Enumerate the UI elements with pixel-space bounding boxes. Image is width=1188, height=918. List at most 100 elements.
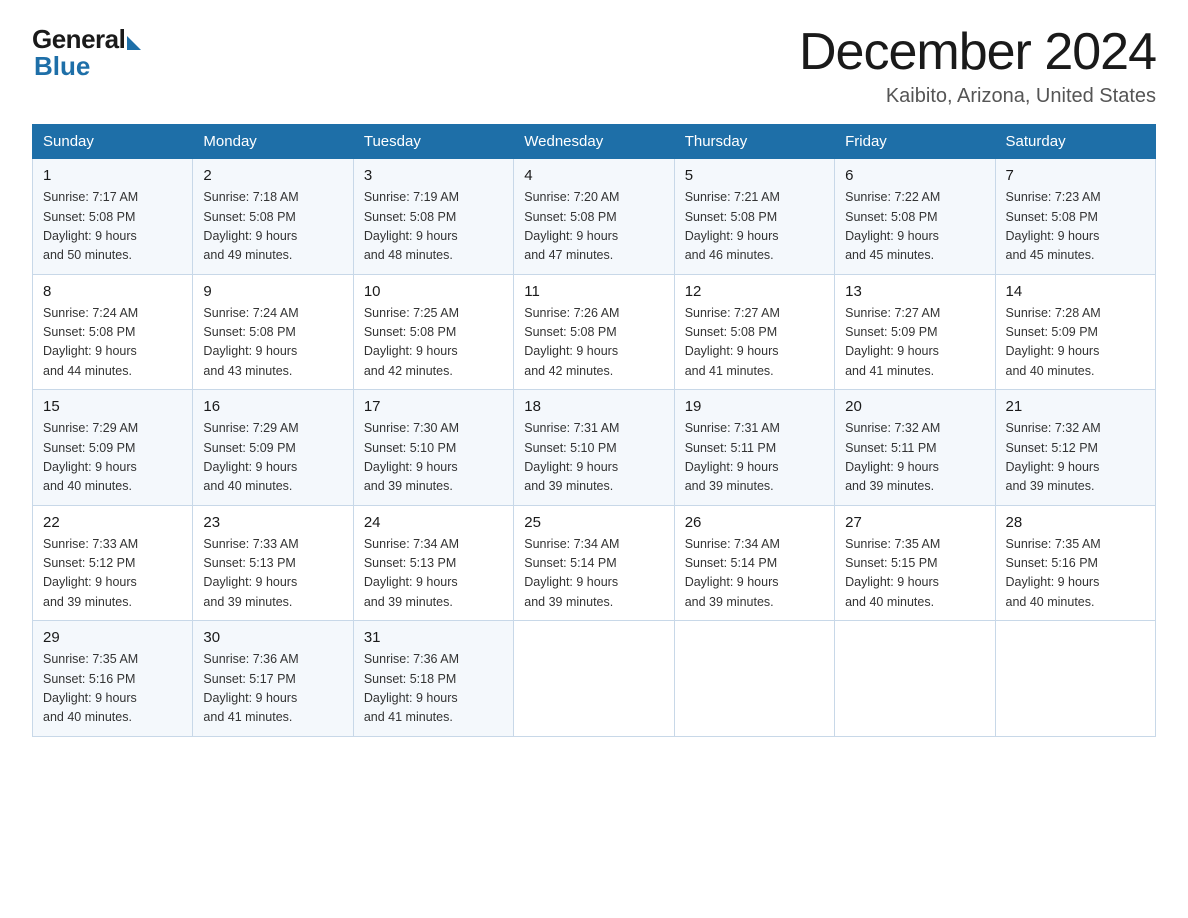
calendar-day-cell: 12 Sunrise: 7:27 AM Sunset: 5:08 PM Dayl… [674,274,834,390]
day-number: 2 [203,167,342,184]
calendar-day-cell: 23 Sunrise: 7:33 AM Sunset: 5:13 PM Dayl… [193,505,353,621]
calendar-day-cell [514,621,674,737]
calendar-day-cell: 1 Sunrise: 7:17 AM Sunset: 5:08 PM Dayli… [33,159,193,275]
calendar-day-cell: 24 Sunrise: 7:34 AM Sunset: 5:13 PM Dayl… [353,505,513,621]
day-info: Sunrise: 7:23 AM Sunset: 5:08 PM Dayligh… [1006,188,1145,266]
calendar-day-cell [674,621,834,737]
logo: General Blue [32,24,141,82]
day-info: Sunrise: 7:30 AM Sunset: 5:10 PM Dayligh… [364,419,503,497]
day-number: 11 [524,283,663,300]
calendar-day-cell: 25 Sunrise: 7:34 AM Sunset: 5:14 PM Dayl… [514,505,674,621]
day-number: 16 [203,398,342,415]
day-number: 28 [1006,514,1145,531]
calendar-day-cell: 16 Sunrise: 7:29 AM Sunset: 5:09 PM Dayl… [193,390,353,506]
day-info: Sunrise: 7:36 AM Sunset: 5:17 PM Dayligh… [203,650,342,728]
calendar-week-row: 8 Sunrise: 7:24 AM Sunset: 5:08 PM Dayli… [33,274,1156,390]
calendar-day-cell: 29 Sunrise: 7:35 AM Sunset: 5:16 PM Dayl… [33,621,193,737]
header-wednesday: Wednesday [514,125,674,159]
day-number: 8 [43,283,182,300]
calendar-day-cell: 18 Sunrise: 7:31 AM Sunset: 5:10 PM Dayl… [514,390,674,506]
calendar-header-row: Sunday Monday Tuesday Wednesday Thursday… [33,125,1156,159]
day-number: 10 [364,283,503,300]
day-info: Sunrise: 7:24 AM Sunset: 5:08 PM Dayligh… [43,304,182,382]
calendar-day-cell: 10 Sunrise: 7:25 AM Sunset: 5:08 PM Dayl… [353,274,513,390]
day-info: Sunrise: 7:36 AM Sunset: 5:18 PM Dayligh… [364,650,503,728]
calendar-day-cell: 3 Sunrise: 7:19 AM Sunset: 5:08 PM Dayli… [353,159,513,275]
day-info: Sunrise: 7:28 AM Sunset: 5:09 PM Dayligh… [1006,304,1145,382]
day-info: Sunrise: 7:33 AM Sunset: 5:13 PM Dayligh… [203,535,342,613]
day-number: 9 [203,283,342,300]
header-friday: Friday [835,125,995,159]
day-number: 21 [1006,398,1145,415]
day-number: 29 [43,629,182,646]
day-number: 22 [43,514,182,531]
header-saturday: Saturday [995,125,1155,159]
day-info: Sunrise: 7:32 AM Sunset: 5:11 PM Dayligh… [845,419,984,497]
logo-arrow-icon [127,36,141,50]
day-info: Sunrise: 7:27 AM Sunset: 5:08 PM Dayligh… [685,304,824,382]
day-info: Sunrise: 7:31 AM Sunset: 5:11 PM Dayligh… [685,419,824,497]
day-info: Sunrise: 7:29 AM Sunset: 5:09 PM Dayligh… [43,419,182,497]
day-info: Sunrise: 7:24 AM Sunset: 5:08 PM Dayligh… [203,304,342,382]
day-info: Sunrise: 7:35 AM Sunset: 5:16 PM Dayligh… [43,650,182,728]
month-title: December 2024 [799,24,1156,81]
day-info: Sunrise: 7:35 AM Sunset: 5:15 PM Dayligh… [845,535,984,613]
day-number: 19 [685,398,824,415]
calendar-day-cell: 26 Sunrise: 7:34 AM Sunset: 5:14 PM Dayl… [674,505,834,621]
day-number: 1 [43,167,182,184]
calendar-day-cell: 4 Sunrise: 7:20 AM Sunset: 5:08 PM Dayli… [514,159,674,275]
day-number: 31 [364,629,503,646]
day-number: 20 [845,398,984,415]
location-title: Kaibito, Arizona, United States [799,85,1156,108]
calendar-week-row: 29 Sunrise: 7:35 AM Sunset: 5:16 PM Dayl… [33,621,1156,737]
day-number: 3 [364,167,503,184]
calendar-day-cell: 11 Sunrise: 7:26 AM Sunset: 5:08 PM Dayl… [514,274,674,390]
calendar-day-cell: 2 Sunrise: 7:18 AM Sunset: 5:08 PM Dayli… [193,159,353,275]
calendar-week-row: 22 Sunrise: 7:33 AM Sunset: 5:12 PM Dayl… [33,505,1156,621]
day-number: 15 [43,398,182,415]
calendar-day-cell: 6 Sunrise: 7:22 AM Sunset: 5:08 PM Dayli… [835,159,995,275]
calendar-day-cell: 19 Sunrise: 7:31 AM Sunset: 5:11 PM Dayl… [674,390,834,506]
day-number: 30 [203,629,342,646]
calendar-day-cell: 13 Sunrise: 7:27 AM Sunset: 5:09 PM Dayl… [835,274,995,390]
day-info: Sunrise: 7:29 AM Sunset: 5:09 PM Dayligh… [203,419,342,497]
calendar-day-cell: 27 Sunrise: 7:35 AM Sunset: 5:15 PM Dayl… [835,505,995,621]
header-thursday: Thursday [674,125,834,159]
day-number: 26 [685,514,824,531]
day-info: Sunrise: 7:32 AM Sunset: 5:12 PM Dayligh… [1006,419,1145,497]
day-info: Sunrise: 7:34 AM Sunset: 5:14 PM Dayligh… [524,535,663,613]
day-info: Sunrise: 7:20 AM Sunset: 5:08 PM Dayligh… [524,188,663,266]
day-info: Sunrise: 7:27 AM Sunset: 5:09 PM Dayligh… [845,304,984,382]
calendar-day-cell: 22 Sunrise: 7:33 AM Sunset: 5:12 PM Dayl… [33,505,193,621]
day-number: 25 [524,514,663,531]
day-number: 17 [364,398,503,415]
calendar-day-cell: 31 Sunrise: 7:36 AM Sunset: 5:18 PM Dayl… [353,621,513,737]
day-info: Sunrise: 7:26 AM Sunset: 5:08 PM Dayligh… [524,304,663,382]
day-number: 7 [1006,167,1145,184]
title-block: December 2024 Kaibito, Arizona, United S… [799,24,1156,108]
logo-blue-text: Blue [34,51,141,82]
day-number: 5 [685,167,824,184]
calendar-day-cell: 15 Sunrise: 7:29 AM Sunset: 5:09 PM Dayl… [33,390,193,506]
calendar-day-cell: 17 Sunrise: 7:30 AM Sunset: 5:10 PM Dayl… [353,390,513,506]
day-info: Sunrise: 7:19 AM Sunset: 5:08 PM Dayligh… [364,188,503,266]
day-info: Sunrise: 7:33 AM Sunset: 5:12 PM Dayligh… [43,535,182,613]
day-info: Sunrise: 7:22 AM Sunset: 5:08 PM Dayligh… [845,188,984,266]
day-info: Sunrise: 7:18 AM Sunset: 5:08 PM Dayligh… [203,188,342,266]
day-number: 24 [364,514,503,531]
day-number: 6 [845,167,984,184]
calendar-day-cell: 21 Sunrise: 7:32 AM Sunset: 5:12 PM Dayl… [995,390,1155,506]
day-info: Sunrise: 7:21 AM Sunset: 5:08 PM Dayligh… [685,188,824,266]
calendar-day-cell: 28 Sunrise: 7:35 AM Sunset: 5:16 PM Dayl… [995,505,1155,621]
calendar-table: Sunday Monday Tuesday Wednesday Thursday… [32,124,1156,737]
calendar-day-cell: 30 Sunrise: 7:36 AM Sunset: 5:17 PM Dayl… [193,621,353,737]
calendar-day-cell: 20 Sunrise: 7:32 AM Sunset: 5:11 PM Dayl… [835,390,995,506]
day-number: 4 [524,167,663,184]
day-info: Sunrise: 7:25 AM Sunset: 5:08 PM Dayligh… [364,304,503,382]
day-info: Sunrise: 7:34 AM Sunset: 5:13 PM Dayligh… [364,535,503,613]
day-number: 23 [203,514,342,531]
calendar-day-cell: 9 Sunrise: 7:24 AM Sunset: 5:08 PM Dayli… [193,274,353,390]
day-number: 12 [685,283,824,300]
calendar-day-cell: 7 Sunrise: 7:23 AM Sunset: 5:08 PM Dayli… [995,159,1155,275]
calendar-day-cell: 5 Sunrise: 7:21 AM Sunset: 5:08 PM Dayli… [674,159,834,275]
